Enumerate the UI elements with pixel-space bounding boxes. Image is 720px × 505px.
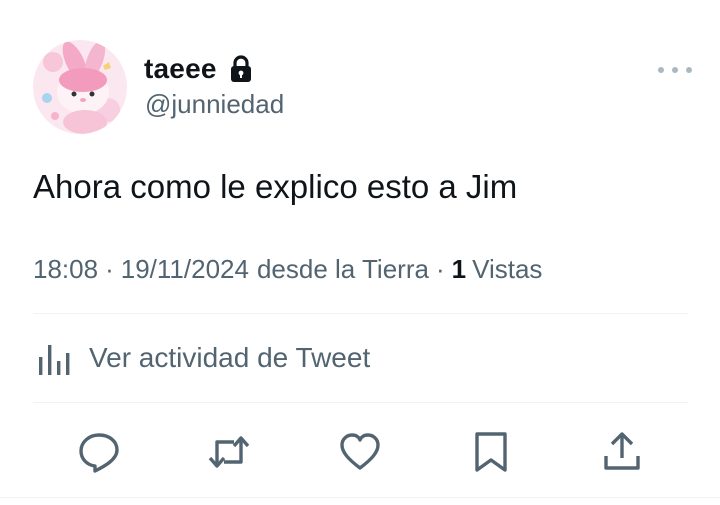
tweet-date[interactable]: 19/11/2024 <box>121 254 249 285</box>
share-button[interactable] <box>600 430 644 474</box>
bookmark-button[interactable] <box>469 430 513 474</box>
views-label: Vistas <box>472 254 543 284</box>
meta-separator: · <box>435 254 445 284</box>
tweet-time[interactable]: 18:08 <box>33 254 98 285</box>
tweet-activity-link[interactable]: Ver actividad de Tweet <box>36 338 370 378</box>
divider <box>0 497 720 498</box>
name-row: taeee <box>144 52 255 86</box>
views-count: 1 <box>451 254 467 284</box>
tweet-source: desde la Tierra <box>256 254 429 284</box>
like-button[interactable] <box>338 430 382 474</box>
retweet-icon <box>208 436 250 468</box>
analytics-icon <box>39 345 70 375</box>
reply-button[interactable] <box>77 430 121 474</box>
activity-label: Ver actividad de Tweet <box>89 342 371 373</box>
reply-icon <box>79 433 119 473</box>
more-dot-icon <box>672 67 678 73</box>
divider <box>33 402 688 403</box>
divider <box>33 313 688 314</box>
user-handle[interactable]: @junniedad <box>145 89 284 120</box>
more-options-button[interactable] <box>658 60 692 80</box>
more-dot-icon <box>686 67 692 73</box>
retweet-button[interactable] <box>207 430 251 474</box>
bookmark-icon <box>475 432 507 472</box>
display-name[interactable]: taeee <box>144 53 217 85</box>
share-icon <box>604 432 640 470</box>
tweet-metadata: 18:08 · 19/11/2024 desde la Tierra · 1 V… <box>33 254 542 285</box>
tweet-detail: taeee @junniedad Ahora como le explico e… <box>0 0 720 505</box>
avatar[interactable] <box>33 40 127 134</box>
lock-icon <box>227 54 255 84</box>
meta-separator: · <box>105 254 114 284</box>
tweet-text: Ahora como le explico esto a Jim <box>33 168 518 205</box>
heart-icon <box>340 433 380 470</box>
more-dot-icon <box>658 67 664 73</box>
